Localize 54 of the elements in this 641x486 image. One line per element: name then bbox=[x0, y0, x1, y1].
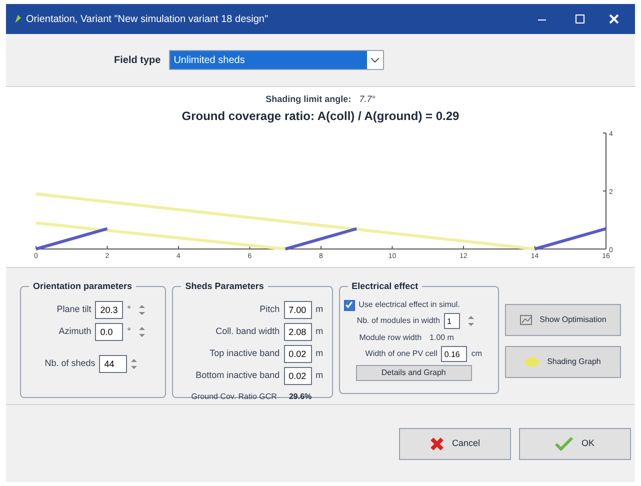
unit-label: m bbox=[316, 325, 324, 338]
input-field[interactable]: 1 bbox=[444, 313, 460, 329]
close-icon[interactable] bbox=[609, 14, 619, 24]
field-label: Nb. of modules in width bbox=[356, 315, 440, 327]
window-title: Orientation, Variant "New simulation variant 18 design" bbox=[26, 12, 270, 26]
field-label: Module row width bbox=[359, 332, 422, 344]
field-type-label: Field type bbox=[114, 54, 161, 68]
unit-label: m bbox=[316, 369, 324, 382]
chart-title: Ground coverage ratio: A(coll) / A(ground) = 0.29 bbox=[182, 108, 460, 124]
caret-icon bbox=[370, 58, 379, 62]
unit-label: cm bbox=[471, 348, 482, 360]
field-label: Top inactive band bbox=[210, 347, 280, 360]
app-icon bbox=[14, 14, 22, 24]
group-title: Orientation parameters bbox=[29, 280, 136, 294]
checkbox[interactable] bbox=[344, 300, 355, 310]
field-label: Azimuth bbox=[58, 325, 92, 338]
unit-label: m bbox=[316, 347, 324, 360]
shading-angle-label: Shading limit angle: bbox=[266, 93, 352, 106]
shading-angle-value: 7.7° bbox=[359, 93, 376, 106]
shading-graph-button[interactable]: Shading Graph bbox=[504, 346, 621, 378]
gcr-label: Ground Cov. Ratio GCR bbox=[191, 391, 277, 403]
row-width-value: 1.00 m bbox=[430, 332, 454, 344]
field-label: Nb. of sheds bbox=[44, 357, 96, 370]
input-field[interactable]: 0.02 bbox=[284, 367, 312, 385]
field-label: Pitch bbox=[260, 303, 280, 316]
cross-icon bbox=[430, 436, 444, 450]
input-field[interactable]: 44 bbox=[99, 355, 128, 373]
unit-label: ° bbox=[127, 325, 132, 338]
input-field[interactable]: 2.08 bbox=[284, 323, 312, 341]
maximize-icon[interactable] bbox=[575, 14, 585, 24]
gcr-value: 29.6% bbox=[288, 391, 312, 403]
spin-arrows-icon[interactable] bbox=[139, 326, 146, 338]
optimisation-button[interactable]: Show Optimisation bbox=[504, 304, 621, 336]
field-label: Coll. band width bbox=[216, 325, 280, 338]
chart-icon bbox=[520, 315, 532, 325]
input-field[interactable]: 20.3 bbox=[95, 301, 124, 319]
unit-label: m bbox=[316, 303, 324, 316]
cancel-button[interactable]: Cancel bbox=[399, 428, 511, 460]
field-label: Plane tilt bbox=[56, 303, 92, 316]
input-field[interactable]: 0.16 bbox=[441, 346, 468, 362]
spin-arrows-icon[interactable] bbox=[468, 315, 474, 327]
ok-button[interactable]: OK bbox=[519, 428, 631, 460]
field-label: Bottom inactive band bbox=[196, 369, 280, 382]
field-label: Width of one PV cell bbox=[365, 348, 438, 360]
details-button[interactable]: Details and Graph bbox=[356, 365, 472, 381]
spin-arrows-icon[interactable] bbox=[131, 358, 138, 370]
checkmark-icon bbox=[555, 436, 574, 450]
input-field[interactable]: 0.02 bbox=[284, 345, 312, 363]
spin-arrows-icon[interactable] bbox=[139, 304, 146, 316]
field-type-dropdown[interactable]: Unlimited sheds bbox=[168, 50, 384, 70]
unit-label: ° bbox=[127, 303, 132, 316]
checkbox-label: Use electrical effect in simul. bbox=[358, 299, 460, 311]
input-field[interactable]: 0.0 bbox=[95, 323, 124, 341]
input-field[interactable]: 7.00 bbox=[284, 301, 312, 319]
